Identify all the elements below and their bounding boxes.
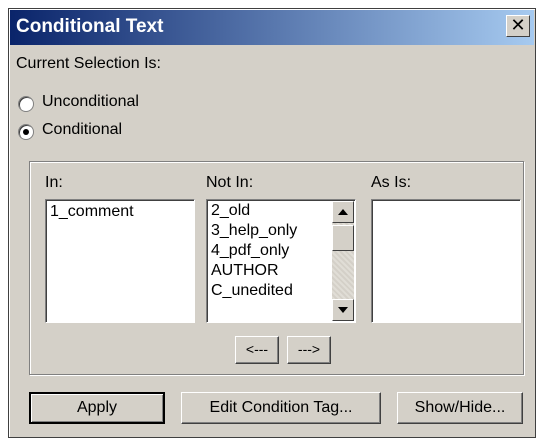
close-button[interactable]: ✕ [506, 15, 530, 37]
current-selection-label: Current Selection Is: [16, 55, 161, 72]
list-item[interactable]: 1_comment [46, 200, 194, 222]
in-listbox[interactable]: 1_comment [45, 199, 195, 323]
not-in-scrollbar[interactable] [332, 201, 354, 321]
edit-condition-tag-button[interactable]: Edit Condition Tag... [181, 392, 381, 424]
arrow-up-icon [338, 209, 348, 215]
radio-conditional-label[interactable]: Conditional [42, 121, 122, 139]
not-in-list-label: Not In: [206, 174, 254, 191]
radio-conditional[interactable] [18, 124, 34, 140]
scroll-down-button[interactable] [332, 299, 354, 321]
as-is-listbox[interactable] [371, 199, 521, 323]
radio-unconditional[interactable] [18, 96, 34, 112]
window-title: Conditional Text [16, 16, 164, 37]
not-in-listbox[interactable]: 2_old 3_help_only 4_pdf_only AUTHOR C_un… [206, 199, 356, 323]
arrow-down-icon [338, 307, 348, 313]
move-right-button[interactable]: ---> [287, 336, 331, 364]
scroll-up-button[interactable] [332, 201, 354, 223]
in-list-label: In: [45, 174, 63, 191]
condition-tags-group: In: Not In: As Is: 1_comment 2_old 3_hel… [29, 161, 524, 375]
title-bar[interactable]: Conditional Text ✕ [10, 10, 534, 45]
move-left-button[interactable]: <--- [235, 336, 279, 364]
apply-button[interactable]: Apply [29, 392, 165, 424]
conditional-text-dialog: Conditional Text ✕ Current Selection Is:… [8, 8, 536, 438]
close-icon: ✕ [510, 15, 526, 35]
scroll-thumb[interactable] [332, 225, 354, 251]
as-is-list-label: As Is: [371, 174, 412, 191]
show-hide-button[interactable]: Show/Hide... [397, 392, 523, 424]
radio-unconditional-label[interactable]: Unconditional [42, 93, 139, 111]
